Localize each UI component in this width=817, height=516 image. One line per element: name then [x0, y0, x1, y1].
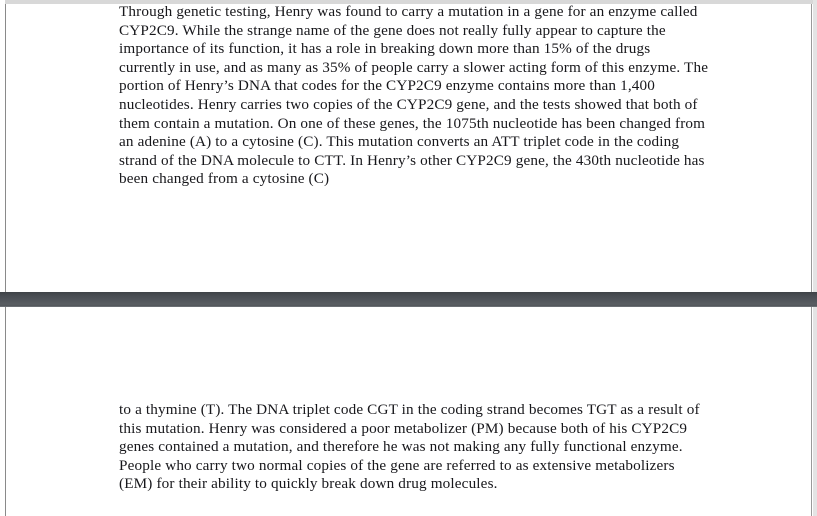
page-2-paragraph: to a thymine (T). The DNA triplet code C… — [119, 401, 700, 493]
document-viewer[interactable]: Through genetic testing, Henry was found… — [0, 0, 817, 516]
page-2-text-block: to a thymine (T). The DNA triplet code C… — [119, 401, 709, 494]
page-separator — [0, 292, 817, 307]
viewer-right-gutter — [813, 0, 817, 516]
page-1-text-block: Through genetic testing, Henry was found… — [119, 3, 709, 189]
document-page-2[interactable]: to a thymine (T). The DNA triplet code C… — [5, 307, 812, 516]
document-page-1[interactable]: Through genetic testing, Henry was found… — [5, 3, 812, 292]
page-1-paragraph: Through genetic testing, Henry was found… — [119, 3, 709, 188]
